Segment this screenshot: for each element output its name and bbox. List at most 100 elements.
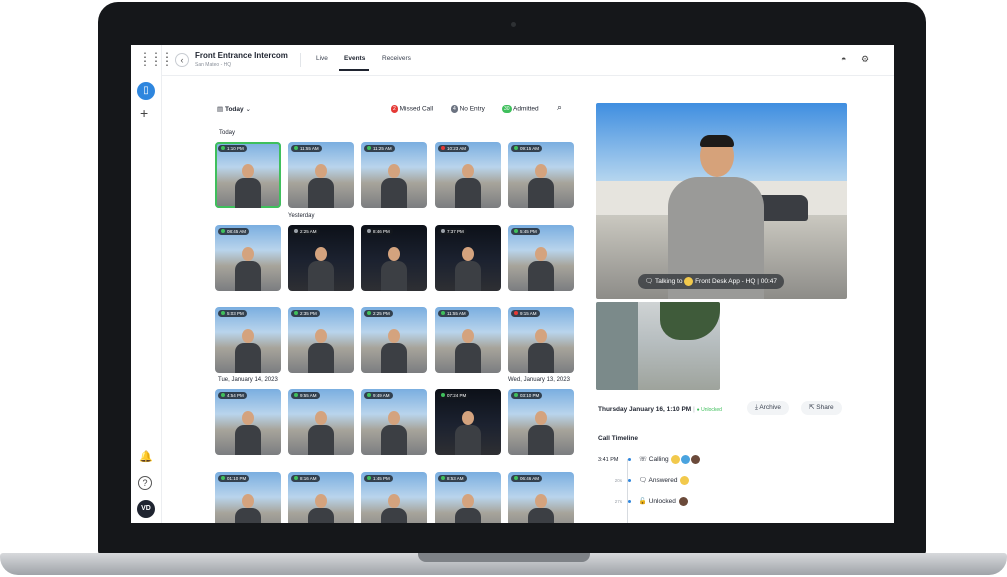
visitor-figure (308, 329, 334, 373)
event-time-label: 06:46 AM (511, 475, 543, 482)
event-time: 11:55 AM (300, 146, 319, 151)
event-thumbnail[interactable]: 4:54 PM (215, 389, 281, 455)
event-thumbnail[interactable]: 09:15 AM (508, 142, 574, 208)
no-entry-filter[interactable]: 4 No Entry (451, 105, 485, 113)
event-time-label: 11:25 AM (364, 145, 395, 152)
status-dot-icon (367, 393, 371, 397)
calendar-icon: ▤ (217, 106, 224, 113)
event-time: 2:25 PM (373, 311, 390, 316)
event-thumbnail[interactable]: 2:25 PM (361, 307, 427, 373)
add-icon[interactable]: + (140, 105, 148, 121)
status-dot-icon (221, 229, 225, 233)
event-time: 08:45 AM (227, 229, 247, 234)
event-thumbnail[interactable]: 2:35 PM (288, 307, 354, 373)
event-time: 9:49 AM (373, 393, 390, 398)
visitor-figure (528, 329, 554, 373)
event-thumbnail[interactable]: 7:37 PM (435, 225, 501, 291)
admitted-filter[interactable]: 30 Admitted (502, 105, 539, 113)
event-thumbnail[interactable]: 8:16 AM (288, 472, 354, 523)
camera-dome-icon[interactable]: ◓ (841, 54, 846, 64)
event-time: 8:53 AM (447, 476, 464, 481)
back-button[interactable]: ‹ (175, 53, 189, 67)
missed-call-label: Missed Call (399, 105, 434, 113)
date-filter[interactable]: ▤ Today ⌄ (217, 105, 251, 113)
event-time-label: 03:10 PM (511, 392, 543, 399)
event-time-label: 4:54 PM (218, 392, 247, 399)
share-button[interactable]: ⇱ Share (801, 401, 842, 415)
event-time-label: 8:53 AM (438, 475, 467, 482)
archive-button[interactable]: ⤓ Archive (747, 401, 790, 415)
event-time-label: 8:46 PM (364, 228, 393, 235)
help-icon[interactable]: ? (138, 476, 152, 490)
visitor-figure (455, 164, 481, 208)
tab-live[interactable]: Live (316, 55, 328, 62)
divider (300, 53, 301, 67)
no-entry-count-badge: 4 (451, 105, 458, 113)
event-time-label: 9:15 AM (511, 310, 540, 317)
unlock-icon: 🔓 (638, 498, 647, 506)
live-video[interactable]: 🗨 Talking to Front Desk App - HQ | 00:47 (596, 103, 847, 299)
event-thumbnail[interactable]: 9:49 AM (361, 389, 427, 455)
chevron-down-icon: ⌄ (245, 106, 251, 113)
event-time-label: 1:45 PM (364, 475, 393, 482)
app-screen: ⋮⋮⋮ ⋮⋮⋮ ▯ + 🔔 ? VD ‹ Front Entrance Inter… (131, 45, 894, 523)
secondary-camera-view[interactable] (596, 302, 720, 390)
event-thumbnail[interactable]: 2:25 AM (288, 225, 354, 291)
user-avatar[interactable]: VD (137, 500, 155, 518)
visitor-figure (455, 247, 481, 291)
event-thumbnail[interactable]: 9:55 AM (288, 389, 354, 455)
visitor-figure (235, 494, 261, 523)
event-time-label: 07:24 PM (438, 392, 470, 399)
event-thumbnail[interactable]: 9:15 AM (508, 307, 574, 373)
event-time-label: 9:55 AM (291, 392, 320, 399)
event-thumbnail[interactable]: 5:45 PM (508, 225, 574, 291)
event-thumbnail[interactable]: 8:53 AM (435, 472, 501, 523)
event-time-label: 2:25 PM (364, 310, 393, 317)
event-thumbnail[interactable]: 1:10 PM (215, 142, 281, 208)
section-tue: Tue, January 14, 2023 (218, 377, 278, 383)
intercom-icon[interactable]: ▯ (137, 82, 155, 100)
timeline-label: Unlocked (648, 498, 676, 506)
visitor-figure (381, 164, 407, 208)
device-location: San Mateo - HQ (195, 62, 232, 68)
event-thumbnail[interactable]: 08:45 AM (215, 225, 281, 291)
event-thumbnail[interactable]: 03:10 PM (508, 389, 574, 455)
event-thumbnail[interactable]: 06:46 AM (508, 472, 574, 523)
active-tab-indicator (339, 69, 369, 71)
left-rail: ⋮⋮⋮ ⋮⋮⋮ ▯ + 🔔 ? VD (131, 45, 173, 523)
notification-bell-icon[interactable]: 🔔 (139, 450, 153, 463)
event-thumbnail[interactable]: 11:55 AM (435, 307, 501, 373)
event-thumbnail[interactable]: 1:45 PM (361, 472, 427, 523)
missed-call-filter[interactable]: 2 Missed Call (391, 105, 433, 113)
visitor-figure (528, 247, 554, 291)
status-dot-icon (294, 393, 298, 397)
admitted-label: Admitted (513, 105, 539, 113)
tab-events[interactable]: Events (344, 55, 365, 62)
event-time-label: 2:35 PM (291, 310, 320, 317)
status-dot-icon (441, 229, 445, 233)
tab-receivers[interactable]: Receivers (382, 55, 411, 62)
event-time-label: 8:16 AM (291, 475, 320, 482)
status-dot-icon (294, 311, 298, 315)
timeline-row-answered: 20s 🗨 Answered (598, 476, 690, 485)
event-thumbnail[interactable]: 11:55 AM (288, 142, 354, 208)
event-thumbnail[interactable]: 07:24 PM (435, 389, 501, 455)
event-time: 1:10 PM (227, 146, 244, 151)
section-wed: Wed, January 13, 2023 (508, 377, 570, 383)
search-icon[interactable]: ⌕ (557, 102, 562, 113)
event-thumbnail[interactable]: 11:25 AM (361, 142, 427, 208)
event-time: 9:55 AM (300, 393, 317, 398)
settings-gear-icon[interactable]: ⚙ (861, 54, 869, 65)
event-thumbnail[interactable]: 8:46 PM (361, 225, 427, 291)
timeline-label: Calling (648, 456, 669, 464)
event-time: 01:10 PM (227, 476, 247, 481)
event-thumbnail[interactable]: 10:23 AM (435, 142, 501, 208)
visitor-figure (308, 247, 334, 291)
event-time: 1:45 PM (373, 476, 390, 481)
ring-icon: ☏ (638, 456, 647, 464)
app-avatar-icon (671, 455, 681, 464)
date-filter-label: Today (224, 106, 244, 113)
event-thumbnail[interactable]: 01:10 PM (215, 472, 281, 523)
event-thumbnail[interactable]: 5:03 PM (215, 307, 281, 373)
event-time-label: 9:49 AM (364, 392, 393, 399)
